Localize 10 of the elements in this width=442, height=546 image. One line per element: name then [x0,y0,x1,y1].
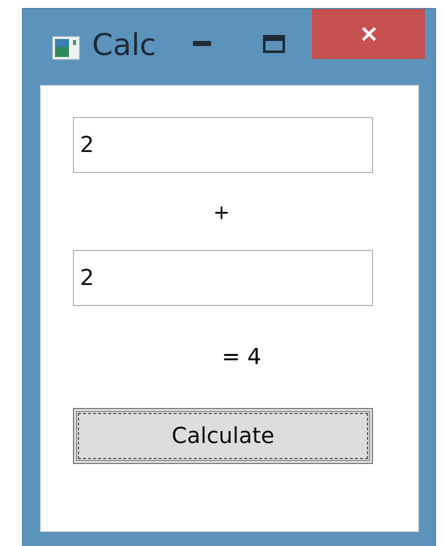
close-icon [360,26,376,42]
number-field[interactable]: 2 [73,250,373,306]
operator-label: + [213,200,230,224]
result-label: = 4 [222,344,262,370]
minimize-icon [193,41,212,47]
number-field[interactable]: 2 [73,117,373,173]
window-title: Calc [92,28,156,63]
app-icon [52,36,80,60]
maximize-icon [263,35,286,53]
calculate-button[interactable]: Calculate [73,408,373,464]
